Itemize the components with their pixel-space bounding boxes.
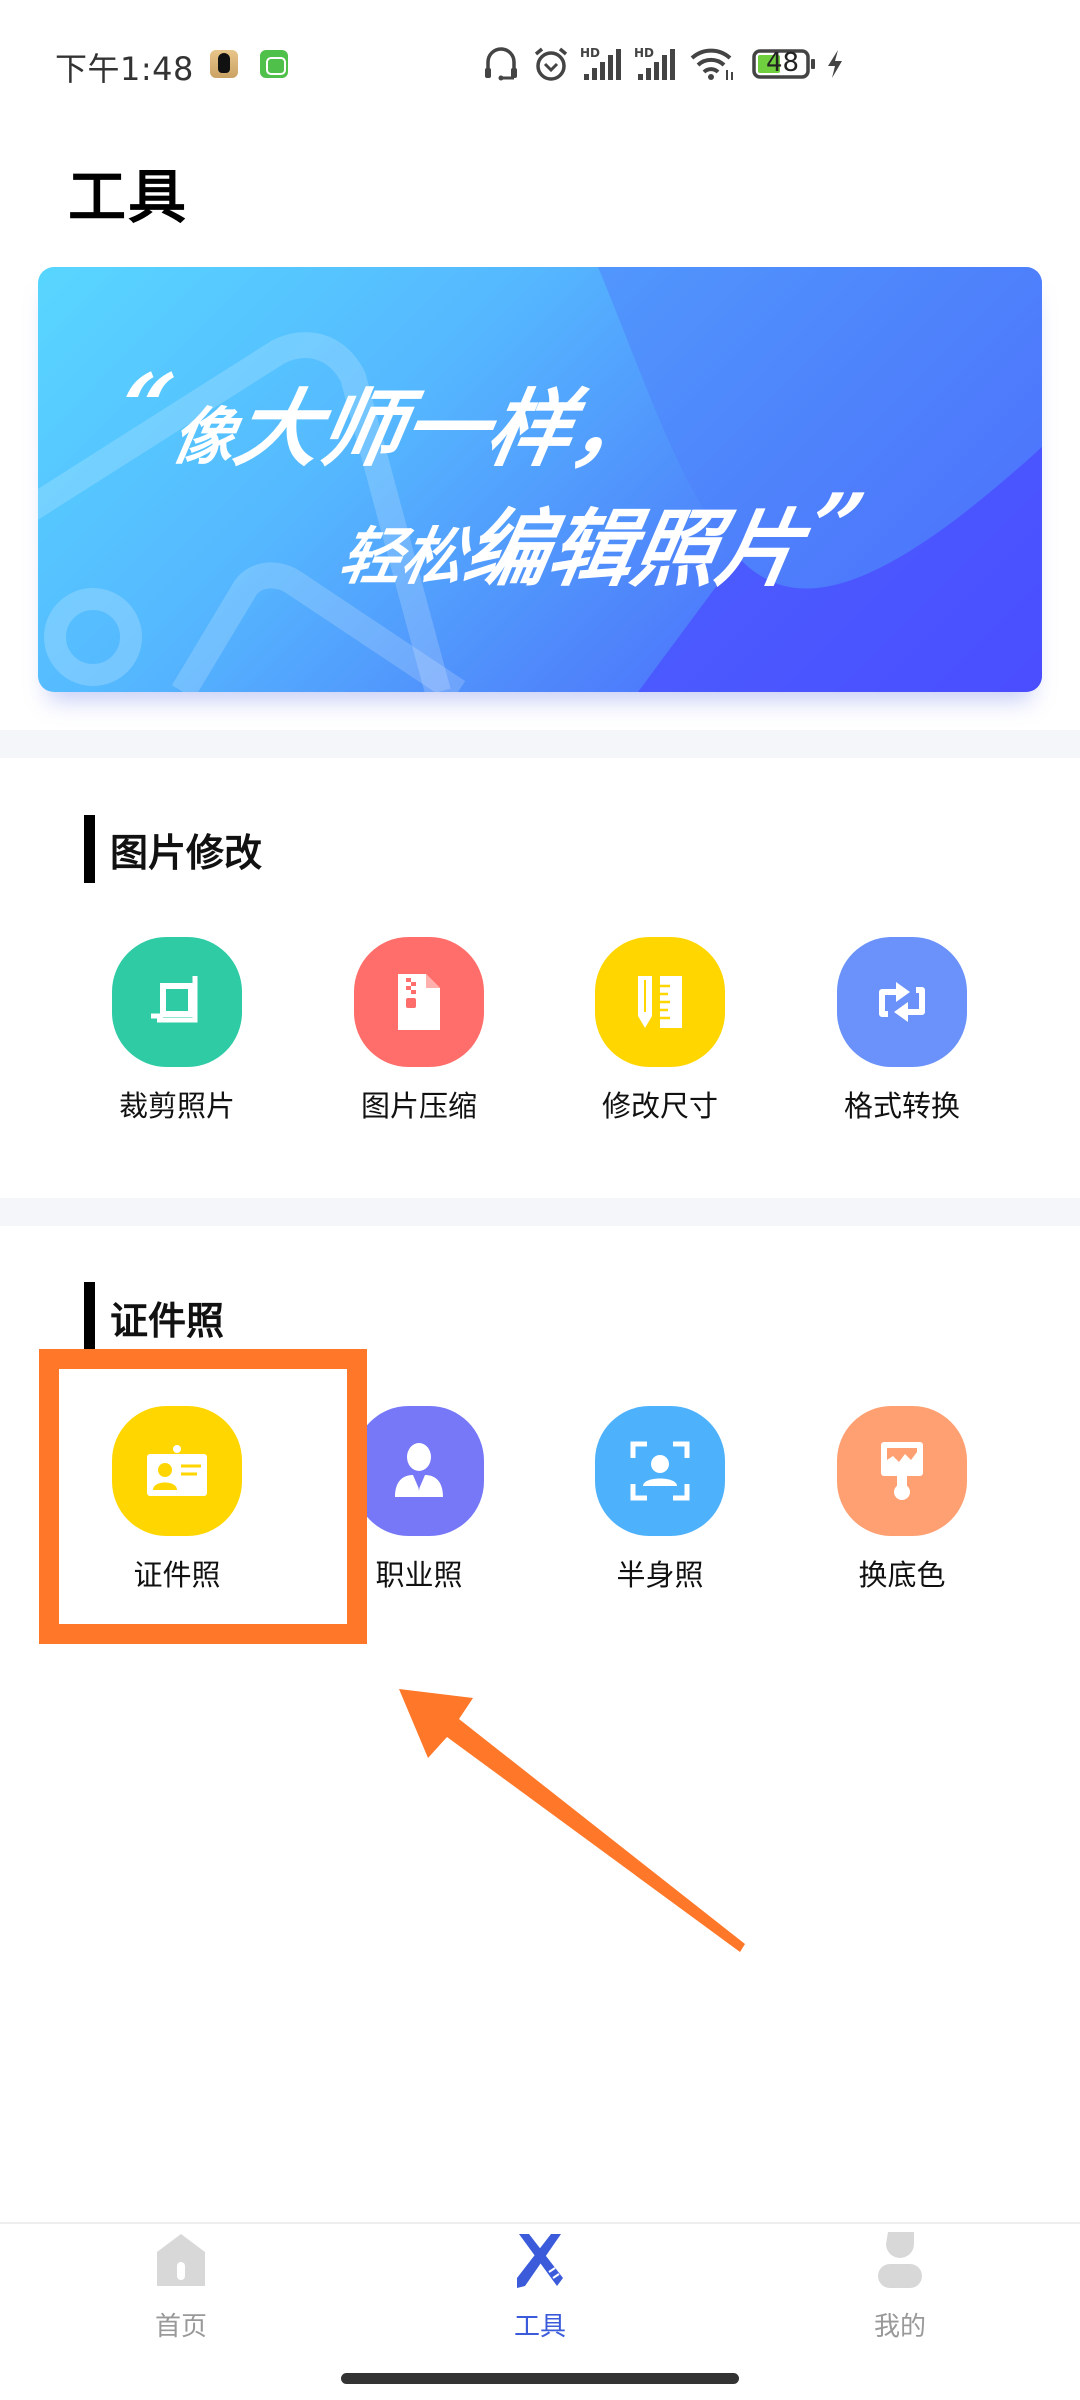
section-marker bbox=[84, 1282, 95, 1350]
alarm-icon bbox=[533, 46, 569, 82]
svg-text:HD: HD bbox=[580, 46, 600, 60]
tool-compress-image[interactable]: 图片压缩 bbox=[319, 937, 519, 1124]
headset-icon bbox=[484, 46, 518, 82]
nav-label: 首页 bbox=[154, 2312, 207, 2342]
svg-text:HD: HD bbox=[634, 46, 654, 60]
section-marker bbox=[84, 815, 95, 883]
nav-item-tools[interactable]: 工具 bbox=[460, 2232, 620, 2343]
home-indicator[interactable] bbox=[341, 2373, 739, 2384]
charging-icon bbox=[824, 46, 846, 82]
nav-item-profile[interactable]: 我的 bbox=[820, 2232, 980, 2343]
hd-signal-icon: HD bbox=[580, 46, 626, 82]
nav-label: 工具 bbox=[513, 2312, 566, 2342]
status-time: 下午1:48 bbox=[55, 50, 194, 88]
section-title-id-photo: 证件照 bbox=[110, 1299, 225, 1343]
tool-resize[interactable]: 修改尺寸 bbox=[560, 937, 760, 1124]
highlight-box-annotation bbox=[39, 1349, 367, 1644]
section-divider bbox=[0, 1198, 1080, 1226]
paint-brush-icon bbox=[837, 1406, 967, 1536]
wifi-icon bbox=[690, 46, 736, 82]
profile-icon bbox=[820, 2232, 980, 2288]
tool-label: 格式转换 bbox=[843, 1089, 960, 1123]
tool-label: 裁剪照片 bbox=[118, 1089, 235, 1123]
banner-headline-line2: 轻松编辑照片 ” bbox=[334, 474, 873, 598]
hd-signal-icon: HD bbox=[634, 46, 680, 82]
tool-change-background[interactable]: 换底色 bbox=[802, 1406, 1002, 1593]
tool-label: 图片压缩 bbox=[360, 1089, 477, 1123]
tool-label: 半身照 bbox=[616, 1558, 704, 1592]
app-badge-penguin-icon bbox=[210, 50, 238, 78]
banner-headline-line1: “ 像大师一样， bbox=[111, 354, 665, 478]
nav-item-home[interactable]: 首页 bbox=[101, 2232, 261, 2343]
tool-crop-photo[interactable]: 裁剪照片 bbox=[77, 937, 277, 1124]
app-badge-android-icon bbox=[260, 50, 288, 78]
business-person-icon bbox=[354, 1406, 484, 1536]
section-title-image-edit: 图片修改 bbox=[110, 831, 263, 875]
tool-label: 换底色 bbox=[858, 1558, 946, 1592]
portrait-scan-icon bbox=[595, 1406, 725, 1536]
page-title: 工具 bbox=[68, 163, 189, 231]
crop-icon bbox=[112, 937, 242, 1067]
nav-label: 我的 bbox=[873, 2312, 926, 2342]
convert-arrows-icon bbox=[837, 937, 967, 1067]
section-divider bbox=[0, 730, 1080, 758]
pencil-ruler-icon bbox=[595, 937, 725, 1067]
battery-icon: 48 bbox=[752, 46, 816, 82]
promo-banner[interactable]: “ 像大师一样， 轻松编辑照片 ” bbox=[38, 267, 1042, 692]
zip-file-icon bbox=[354, 937, 484, 1067]
home-icon bbox=[101, 2232, 261, 2288]
tools-icon bbox=[460, 2232, 620, 2288]
tool-format-convert[interactable]: 格式转换 bbox=[802, 937, 1002, 1124]
tool-half-body-photo[interactable]: 半身照 bbox=[560, 1406, 760, 1593]
battery-level: 48 bbox=[766, 48, 800, 78]
tool-label: 修改尺寸 bbox=[601, 1089, 718, 1123]
